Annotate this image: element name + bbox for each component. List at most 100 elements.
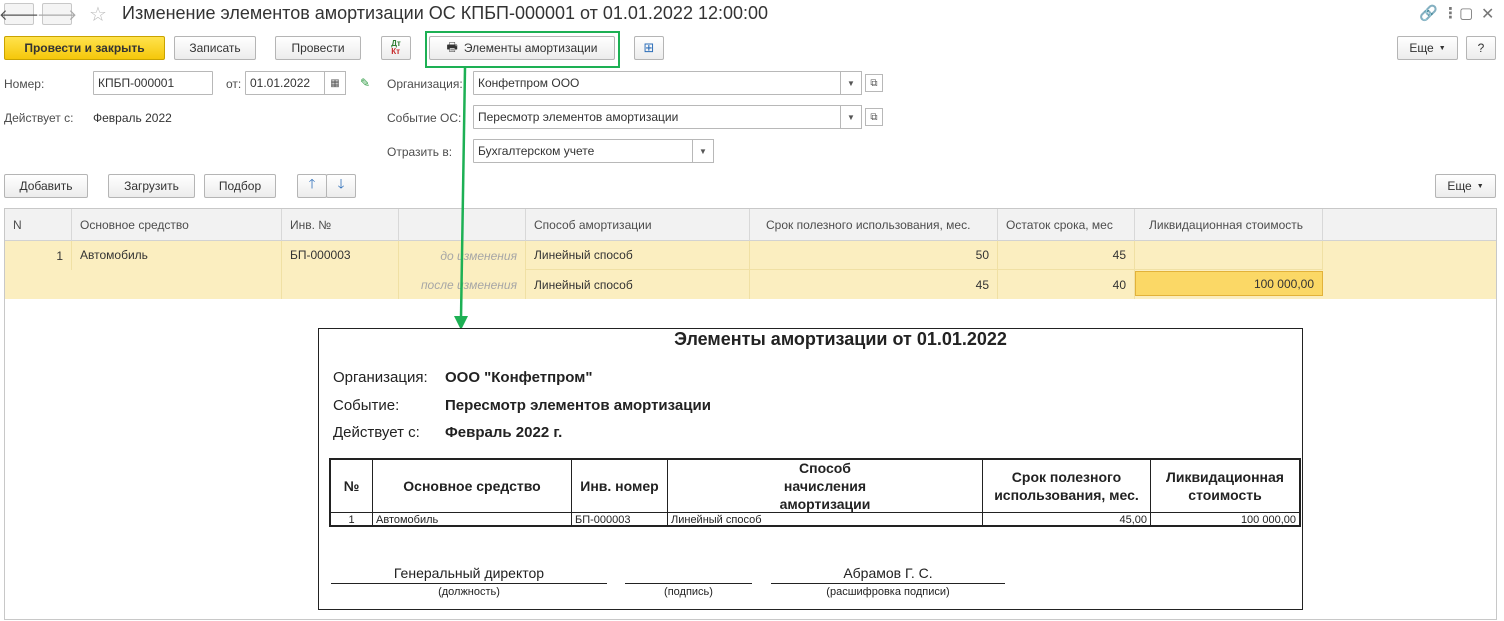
print-cell-term: 45,00 — [983, 512, 1151, 526]
cell-asset[interactable]: Автомобиль — [72, 241, 282, 299]
cell-before-rest[interactable]: 45 — [998, 241, 1135, 270]
window-title: Изменение элементов амортизации ОС КПБП-… — [122, 3, 769, 23]
chevron-down-icon: ▼ — [699, 146, 707, 156]
reflect-field[interactable]: Бухгалтерском учете — [473, 139, 693, 163]
print-event-value: Пересмотр элементов амортизации — [445, 397, 711, 414]
signature-sign-caption: (подпись) — [664, 586, 713, 598]
cell-inv[interactable]: БП-000003 — [282, 241, 399, 299]
print-title: Элементы амортизации от 01.01.2022 — [674, 329, 1007, 349]
signature-position: Генеральный директор — [393, 565, 545, 581]
add-button[interactable]: Добавить — [4, 174, 88, 198]
calendar-button[interactable]: ▦ — [324, 71, 346, 95]
close-icon[interactable]: ✕ — [1481, 4, 1494, 24]
link-icon[interactable]: 🔗 — [1419, 4, 1438, 22]
table-row[interactable]: 1 Автомобиль БП-000003 до изменения посл… — [5, 241, 1496, 299]
signature-position-caption: (должность) — [438, 586, 500, 598]
print-cell-liq: 100 000,00 — [1151, 512, 1299, 526]
number-field[interactable]: КПБП-000001 — [93, 71, 213, 95]
print-effective-value: Февраль 2022 г. — [445, 424, 563, 441]
print-table: № Основное средство Инв. номер Способ на… — [329, 458, 1301, 527]
cell-n[interactable]: 1 — [5, 241, 72, 270]
arrow-up-icon: 🡑 — [308, 176, 316, 191]
dt-kt-button[interactable]: Дт Кт — [381, 36, 411, 60]
calendar-icon: ▦ — [330, 77, 340, 89]
print-col-asset: Основное средство — [373, 460, 572, 512]
event-dropdown[interactable]: ▼ — [840, 105, 862, 129]
print-event-label: Событие: — [333, 397, 400, 414]
post-button[interactable]: Провести — [275, 36, 361, 60]
post-and-close-button[interactable]: Провести и закрыть — [4, 36, 165, 60]
move-down-button[interactable]: 🡓 — [326, 174, 356, 198]
move-up-button[interactable]: 🡑 — [297, 174, 327, 198]
favorite-star-icon[interactable]: ☆ — [89, 2, 107, 27]
col-header-asset[interactable]: Основное средство — [72, 209, 282, 241]
col-header-inv[interactable]: Инв. № — [282, 209, 399, 241]
organization-open-button[interactable]: ⧉ — [865, 74, 883, 92]
maximize-icon[interactable]: ▢ — [1459, 4, 1473, 22]
col-header-term[interactable]: Срок полезного использования, мес. — [750, 209, 998, 241]
print-col-term: Срок полезного использования, мес. — [983, 460, 1151, 512]
print-cell-asset: Автомобиль — [373, 512, 572, 526]
cell-before-method[interactable]: Линейный способ — [526, 241, 750, 270]
event-field[interactable]: Пересмотр элементов амортизации — [473, 105, 841, 129]
save-button[interactable]: Записать — [174, 36, 256, 60]
print-col-n: № — [331, 460, 373, 512]
chevron-down-icon: ▼ — [1476, 182, 1484, 190]
pick-button[interactable]: Подбор — [204, 174, 276, 198]
print-cell-method: Линейный способ — [668, 512, 983, 526]
organization-field[interactable]: Конфетпром ООО — [473, 71, 841, 95]
more-vert-icon[interactable]: ⋮ — [1443, 4, 1458, 22]
load-button[interactable]: Загрузить — [108, 174, 195, 198]
col-header-liq[interactable]: Ликвидационная стоимость — [1135, 209, 1323, 241]
reflect-dropdown[interactable]: ▼ — [692, 139, 714, 163]
date-field[interactable]: 01.01.2022 — [245, 71, 325, 95]
dt-kt-icon: Дт Кт — [391, 39, 401, 56]
signature-position-line — [331, 583, 607, 584]
callout-arrow — [454, 67, 468, 330]
open-icon: ⧉ — [870, 77, 878, 89]
date-label: от: — [226, 77, 242, 91]
reflect-label: Отразить в: — [387, 145, 453, 159]
col-header-method[interactable]: Способ амортизации — [526, 209, 750, 241]
print-cell-inv: БП-000003 — [572, 512, 668, 526]
print-col-liq: Ликвидационная стоимость — [1166, 469, 1284, 503]
cell-after-term[interactable]: 45 — [750, 270, 998, 299]
cell-after-method[interactable]: Линейный способ — [526, 270, 750, 299]
effective-label: Действует с: — [4, 111, 74, 125]
organization-dropdown[interactable]: ▼ — [840, 71, 862, 95]
col-header-n[interactable]: N — [5, 209, 72, 241]
more-button[interactable]: Еще ▼ — [1397, 36, 1458, 60]
back-button[interactable]: 🡐 — [0, 3, 39, 25]
effective-value: Февраль 2022 — [93, 111, 172, 125]
open-icon: ⧉ — [870, 111, 878, 123]
comment-icon[interactable]: ✎ — [360, 76, 370, 90]
arrow-down-icon: 🡓 — [337, 176, 345, 191]
forward-button[interactable]: 🡒 — [37, 3, 77, 25]
chevron-down-icon: ▼ — [1438, 44, 1446, 52]
cell-before-term[interactable]: 50 — [750, 241, 998, 270]
cell-before-liq[interactable] — [1135, 241, 1323, 270]
signature-name-line — [771, 583, 1005, 584]
signature-name: Абрамов Г. С. — [843, 565, 933, 581]
number-label: Номер: — [4, 77, 45, 91]
signature-sign-line — [625, 583, 752, 584]
arrow-right-icon: 🡒 — [36, 6, 78, 24]
print-org-value: ООО "Конфетпром" — [445, 369, 593, 386]
print-effective-label: Действует с: — [333, 424, 420, 441]
structure-icon: ⊞ — [643, 40, 655, 55]
chevron-down-icon: ▼ — [847, 78, 855, 88]
col-header-rest[interactable]: Остаток срока, мес — [998, 209, 1135, 241]
structure-button[interactable]: ⊞ — [634, 36, 664, 60]
print-col-method: Способ начисления амортизации — [668, 460, 983, 512]
table-more-button[interactable]: Еще ▼ — [1435, 174, 1496, 198]
print-cell-n: 1 — [331, 512, 373, 526]
cell-after-rest[interactable]: 40 — [998, 270, 1135, 299]
col-header-filler — [1323, 209, 1496, 241]
help-button[interactable]: ? — [1466, 36, 1496, 60]
cell-after-liq[interactable]: 100 000,00 — [1135, 271, 1323, 296]
signature-name-caption: (расшифровка подписи) — [826, 586, 950, 598]
event-open-button[interactable]: ⧉ — [865, 108, 883, 126]
print-form: Элементы амортизации от 01.01.2022 Орган… — [318, 328, 1303, 610]
chevron-down-icon: ▼ — [847, 112, 855, 122]
print-col-inv: Инв. номер — [572, 460, 668, 512]
